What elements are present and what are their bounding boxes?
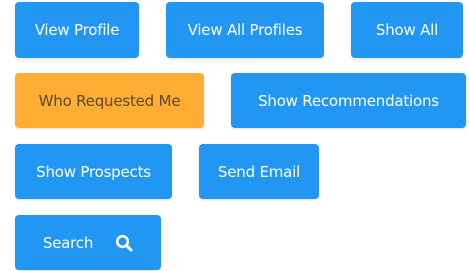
view-profile-button[interactable]: View Profile	[15, 2, 139, 58]
show-prospects-label: Show Prospects	[36, 162, 151, 181]
who-requested-me-button[interactable]: Who Requested Me	[15, 73, 204, 128]
who-requested-me-label: Who Requested Me	[38, 91, 181, 110]
show-prospects-button[interactable]: Show Prospects	[15, 144, 172, 199]
search-button[interactable]: Search	[15, 215, 161, 270]
show-recommendations-label: Show Recommendations	[258, 91, 439, 110]
show-all-button[interactable]: Show All	[351, 2, 463, 58]
view-all-profiles-button[interactable]: View All Profiles	[166, 2, 324, 58]
send-email-label: Send Email	[217, 162, 301, 181]
view-profile-label: View Profile	[34, 21, 120, 39]
view-all-profiles-label: View All Profiles	[187, 21, 303, 39]
search-icon	[115, 234, 133, 252]
search-label: Search	[42, 233, 94, 252]
show-recommendations-button[interactable]: Show Recommendations	[231, 73, 466, 128]
send-email-button[interactable]: Send Email	[199, 144, 319, 199]
show-all-label: Show All	[375, 21, 439, 39]
